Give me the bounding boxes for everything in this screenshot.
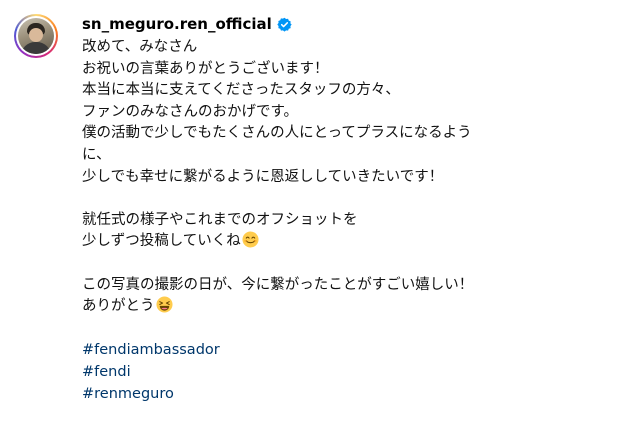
caption-line: お祝いの言葉ありがとうございます！	[82, 60, 329, 77]
hashtag-link[interactable]: #renmeguro	[82, 383, 612, 405]
username-link[interactable]: sn_meguro.ren_official	[82, 14, 272, 34]
avatar-image	[18, 18, 54, 54]
caption-line: 僕の活動で少しでもたくさんの人にとってプラスになるよう	[82, 125, 472, 142]
caption-line: ファンのみなさんのおかげです。	[82, 103, 299, 120]
caption-line-with-emoji: ありがとう	[82, 296, 612, 318]
laughing-face-emoji-icon	[155, 296, 173, 313]
caption-line: この写真の撮影の日が、今に繋がったことがすごい嬉しい！	[82, 276, 474, 293]
smiling-face-emoji-icon	[242, 231, 259, 248]
caption-line-text: ありがとう	[82, 298, 155, 315]
avatar[interactable]	[14, 14, 58, 58]
hashtag-link[interactable]: #fendiambassador	[82, 339, 612, 361]
hashtag-link[interactable]: #fendi	[82, 361, 612, 383]
instagram-post-caption: sn_meguro.ren_official 改めて、みなさん お祝いの言葉あり…	[0, 0, 620, 430]
caption-line: 本当に本当に支えてくださったスタッフの方々、	[82, 82, 400, 99]
caption-line-text: 少しずつ投稿していくね	[82, 233, 241, 250]
post-header: sn_meguro.ren_official	[82, 14, 612, 34]
caption-content: sn_meguro.ren_official 改めて、みなさん お祝いの言葉あり…	[82, 14, 612, 405]
caption-line-with-emoji: 少しずつ投稿していくね	[82, 231, 612, 253]
caption-line: 少しでも幸せに繋がるように恩返ししていきたいです！	[82, 168, 444, 185]
caption-line: 就任式の様子やこれまでのオフショットを	[82, 211, 358, 228]
caption-text: 改めて、みなさん お祝いの言葉ありがとうございます！ 本当に本当に支えてくださっ…	[82, 37, 612, 405]
caption-line: 改めて、みなさん	[82, 39, 198, 55]
caption-line: に、	[82, 146, 111, 163]
verified-badge-icon	[277, 17, 292, 32]
avatar-border	[16, 16, 56, 56]
